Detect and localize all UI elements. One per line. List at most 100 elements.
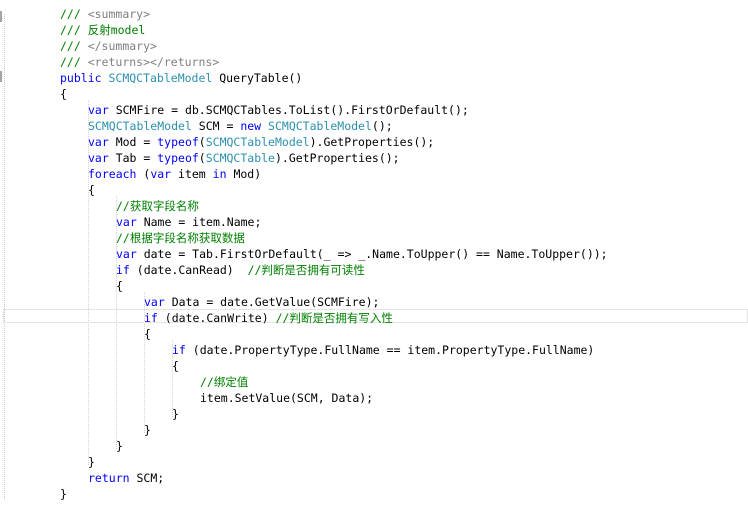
code-line: var Name = item.Name; <box>116 214 261 230</box>
code-line: } <box>144 422 151 438</box>
code-token-type: SCMQCTableModel <box>108 71 213 85</box>
code-token-text: } <box>116 439 123 453</box>
code-token-comment: //根据字段名称获取数据 <box>116 231 245 245</box>
code-token-text: Name = item.Name; <box>136 215 262 229</box>
code-token-keyword: var <box>150 167 172 181</box>
code-token-text: QueryTable() <box>212 71 303 85</box>
code-line: public SCMQCTableModel QueryTable() <box>60 70 302 86</box>
code-token-comment: //绑定值 <box>200 375 249 389</box>
code-token-comment: /// <box>60 7 88 21</box>
code-token-keyword: var <box>116 247 137 261</box>
code-token-text: } <box>88 455 95 469</box>
code-token-text: { <box>144 327 151 341</box>
code-token-xmldoc: <summary> <box>87 7 151 21</box>
code-token-text: (); <box>371 119 393 133</box>
code-line: } <box>116 438 123 454</box>
code-line: } <box>88 454 95 470</box>
code-token-keyword: foreach <box>88 167 137 181</box>
code-token-keyword: new <box>240 119 262 133</box>
code-token-text: { <box>172 359 179 373</box>
code-token-text: Data = date.GetValue(SCMFire); <box>164 295 380 309</box>
code-token-text: { <box>60 87 67 101</box>
code-token-type: SCMQCTable <box>205 151 275 165</box>
code-token-text: date = Tab.FirstOrDefault(_ => _.Name.To… <box>136 247 608 261</box>
code-token-text: item.SetValue(SCM, Data); <box>200 391 374 405</box>
code-line: if (date.PropertyType.FullName == item.P… <box>172 342 594 358</box>
outlining-marker <box>0 11 2 22</box>
code-line: { <box>116 278 123 294</box>
code-line: SCMQCTableModel SCM = new SCMQCTableMode… <box>88 118 393 134</box>
code-line: /// 反射model <box>60 22 145 38</box>
code-token-comment: /// <box>60 55 88 69</box>
code-line: { <box>88 182 95 198</box>
code-token-xmldoc: <returns></returns> <box>87 55 220 69</box>
code-token-comment: //判断是否拥有可读性 <box>247 263 365 277</box>
outlining-line <box>4 14 5 499</box>
code-line: var Data = date.GetValue(SCMFire); <box>144 294 379 310</box>
code-line: { <box>172 358 179 374</box>
code-token-type: SCMQCTableModel <box>268 119 372 133</box>
code-token-comment: /// 反射model <box>60 23 146 37</box>
code-token-text: { <box>88 183 95 197</box>
code-line: } <box>60 486 67 502</box>
code-token-text: (date.CanWrite) <box>157 311 276 325</box>
code-token-comment: //判断是否拥有写入性 <box>275 311 393 325</box>
code-token-keyword: if <box>116 263 130 277</box>
code-token-text: item <box>171 167 213 181</box>
code-token-keyword: var <box>116 215 137 229</box>
code-token-text: ).GetProperties(); <box>309 135 435 149</box>
code-token-keyword: typeof <box>157 151 199 165</box>
code-line: var date = Tab.FirstOrDefault(_ => _.Nam… <box>116 246 608 262</box>
code-token-keyword: var <box>144 295 165 309</box>
code-token-text: } <box>60 487 67 501</box>
code-token-text: (date.PropertyType.FullName == item.Prop… <box>185 343 595 357</box>
code-token-text: SCM = <box>191 119 241 133</box>
code-editor[interactable]: /// <summary>/// 反射model/// </summary>//… <box>0 0 748 507</box>
code-token-text: ( <box>198 135 206 149</box>
code-token-text: } <box>144 423 151 437</box>
code-token-keyword: var <box>88 151 109 165</box>
code-line: } <box>172 406 179 422</box>
code-token-type: SCMQCTableModel <box>88 119 192 133</box>
code-token-xmldoc: </summary> <box>87 39 157 53</box>
code-token-keyword: typeof <box>157 135 199 149</box>
code-token-text: Mod) <box>226 167 262 181</box>
code-line: var Mod = typeof(SCMQCTableModel).GetPro… <box>88 134 434 150</box>
code-line: { <box>144 326 151 342</box>
code-token-keyword: in <box>212 167 227 181</box>
code-token-keyword: var <box>88 103 109 117</box>
code-token-keyword: var <box>88 135 109 149</box>
code-token-keyword: return <box>88 471 130 485</box>
code-line: //获取字段名称 <box>116 198 199 214</box>
code-token-keyword: public <box>60 71 109 85</box>
code-line: //绑定值 <box>200 374 248 390</box>
code-token-text: (date.CanRead) <box>129 263 248 277</box>
code-line: /// <summary> <box>60 6 150 22</box>
code-token-text: ).GetProperties(); <box>274 151 400 165</box>
code-token-keyword: if <box>172 343 186 357</box>
code-line: /// <returns></returns> <box>60 54 219 70</box>
code-token-text: SCM; <box>129 471 165 485</box>
code-line: if (date.CanRead) //判断是否拥有可读性 <box>116 262 365 278</box>
code-token-text: ( <box>136 167 151 181</box>
code-line: foreach (var item in Mod) <box>88 166 261 182</box>
code-token-text: } <box>172 407 179 421</box>
code-token-text: { <box>116 279 123 293</box>
outlining-marker <box>0 71 2 82</box>
code-line: { <box>60 86 67 102</box>
code-token-text: Mod = <box>108 135 158 149</box>
code-token-comment: /// <box>60 39 88 53</box>
code-line: return SCM; <box>88 470 164 486</box>
code-line: item.SetValue(SCM, Data); <box>200 390 373 406</box>
code-token-text: ( <box>198 151 206 165</box>
code-line: /// </summary> <box>60 38 157 54</box>
code-token-text: Tab = <box>108 151 158 165</box>
code-line: var Tab = typeof(SCMQCTable).GetProperti… <box>88 150 400 166</box>
code-line: //根据字段名称获取数据 <box>116 230 245 246</box>
code-line: if (date.CanWrite) //判断是否拥有写入性 <box>144 310 393 326</box>
code-token-type: SCMQCTableModel <box>205 135 310 149</box>
code-token-comment: //获取字段名称 <box>116 199 199 213</box>
code-line: var SCMFire = db.SCMQCTables.ToList().Fi… <box>88 102 469 118</box>
code-token-text: SCMFire = db.SCMQCTables.ToList().FirstO… <box>108 103 469 117</box>
